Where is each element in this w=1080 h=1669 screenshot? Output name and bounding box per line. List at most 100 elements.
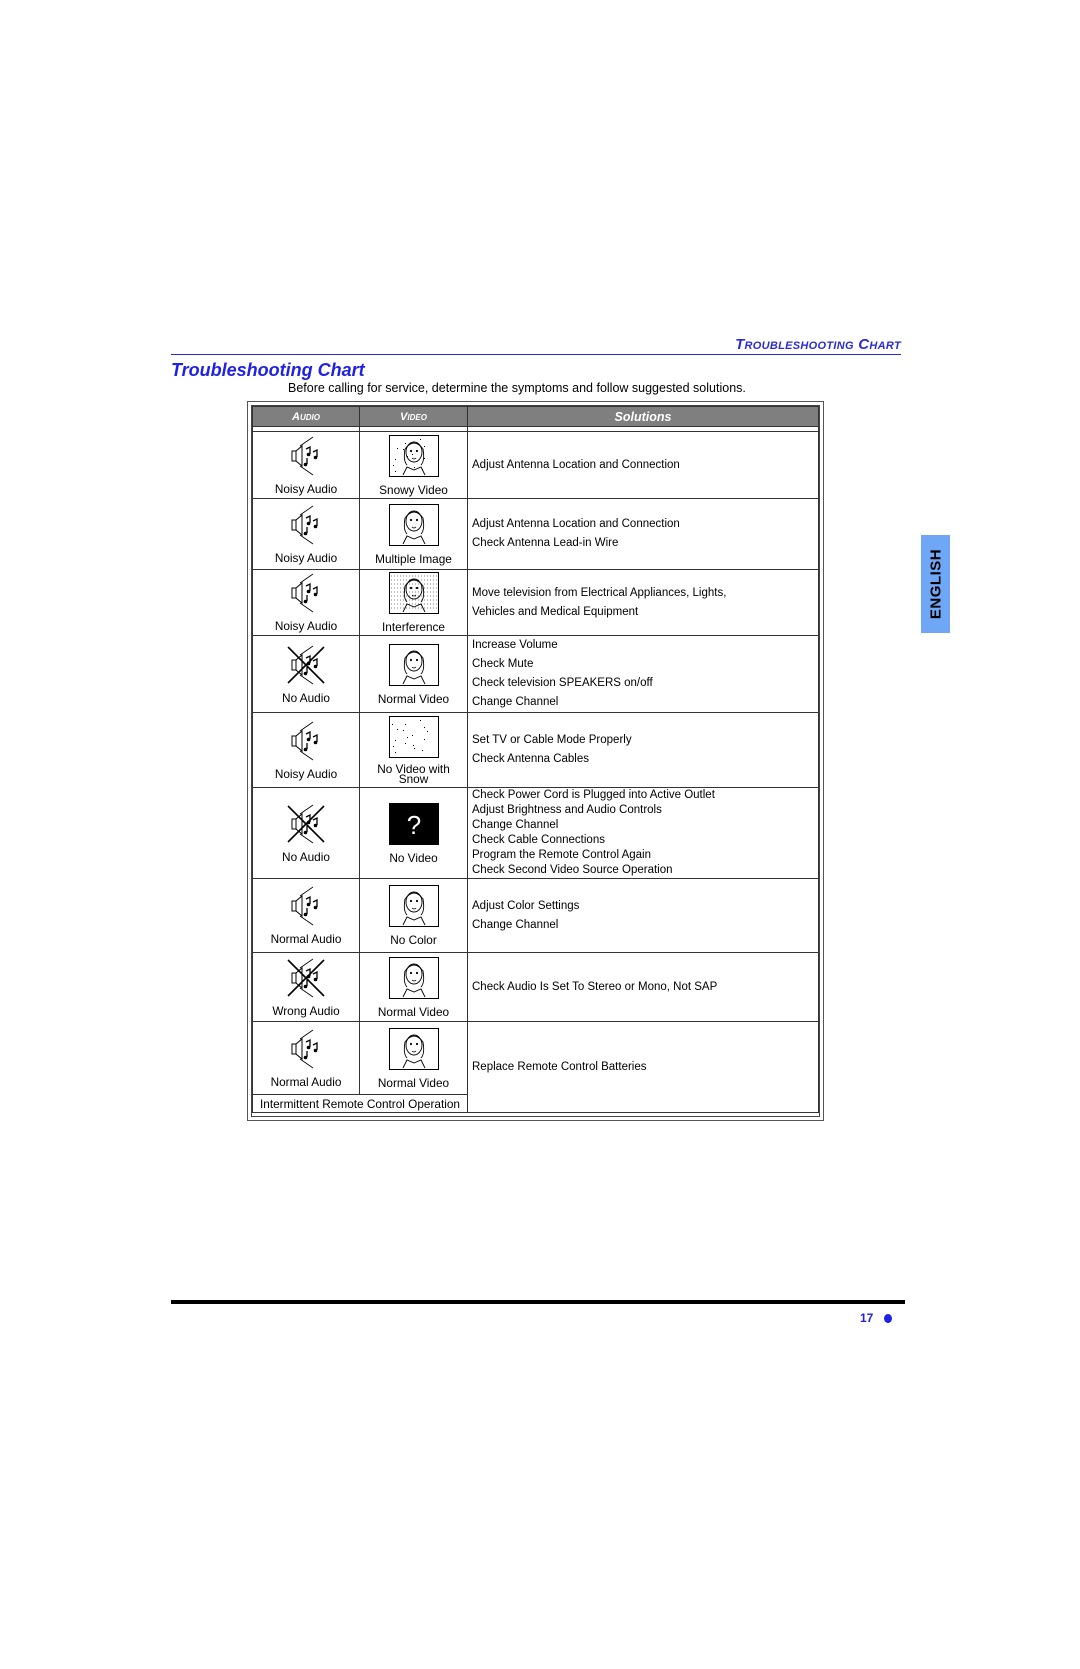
video-symptom-label: Normal Video [377, 1004, 450, 1019]
video-symptom: Snowy Video [359, 431, 468, 499]
language-tab-english: ENGLISH [921, 535, 950, 633]
tv-face-icon [360, 643, 467, 689]
video-symptom: ? No Video [359, 787, 468, 879]
tv-face-icon [360, 1027, 467, 1073]
solutions-cell: Adjust Antenna Location and Connection [467, 431, 819, 499]
speaker-crossed-icon [253, 645, 359, 688]
tv-face-icon [360, 885, 467, 930]
tv-face-icon [360, 956, 467, 1002]
solution-item: Check television SPEAKERS on/off [472, 677, 653, 689]
table-row: Normal Audio No Color Adjust Color Setting… [252, 878, 819, 953]
table-row: Normal Audio Normal Video Replace Remote C… [252, 1021, 819, 1113]
column-header-solutions: Solutions [467, 406, 819, 427]
table-row: Noisy Audio Interference Move television f… [252, 569, 819, 636]
solutions-cell: Increase Volume Check Mute Check televisio… [467, 635, 819, 713]
video-symptom: Normal Video [359, 952, 468, 1022]
video-symptom-label: No Video [389, 850, 438, 865]
audio-symptom-label: No Audio [282, 690, 330, 705]
solution-item: Adjust Antenna Location and Connection [472, 458, 680, 471]
video-symptom-label: Snowy Video [379, 482, 448, 497]
troubleshooting-table: Audio Video Solutions Noisy Audio Snowy V… [247, 401, 824, 1121]
video-symptom: No Color [359, 878, 468, 953]
solution-item: Check Second Video Source Operation [472, 864, 673, 876]
audio-symptom: No Audio [252, 635, 360, 713]
solutions-cell: Move television from Electrical Applianc… [467, 569, 819, 636]
solutions-cell: Check Audio Is Set To Stereo or Mono, No… [467, 952, 819, 1022]
solutions-cell: Adjust Color Settings Change Channel [467, 878, 819, 953]
video-symptom: Interference [359, 569, 468, 636]
solutions-cell: Replace Remote Control Batteries [467, 1021, 819, 1113]
table-row: Noisy Audio Snowy Video Adjust Antenna Loc… [252, 431, 819, 499]
video-symptom-label: Multiple Image [375, 551, 452, 566]
solution-item: Adjust Antenna Location and Connection [472, 518, 680, 530]
audio-symptom-label: Noisy Audio [274, 766, 338, 781]
page-title: Troubleshooting Chart [171, 360, 365, 380]
solution-item: Check Power Cord is Plugged into Active … [472, 789, 715, 801]
table-row: Wrong Audio Normal Video Check Audio Is Se… [252, 952, 819, 1022]
video-symptom-label: Normal Video [377, 691, 450, 706]
header-rule [171, 354, 901, 355]
audio-symptom-label: Wrong Audio [272, 1003, 340, 1018]
bullet-icon [884, 1314, 892, 1323]
intro-text: Before calling for service, determine th… [288, 381, 746, 395]
solution-item: Set TV or Cable Mode Properly [472, 734, 632, 746]
running-head: Troubleshooting Chart [735, 336, 901, 353]
audio-symptom-label: Noisy Audio [274, 550, 338, 565]
video-symptom: Multiple Image [359, 498, 468, 570]
symptom-note: Intermittent Remote Control Operation [252, 1094, 468, 1113]
solution-item: Check Audio Is Set To Stereo or Mono, No… [472, 980, 718, 993]
column-header-video: Video [359, 406, 468, 427]
tv-ghost-face-icon [360, 503, 467, 549]
speaker-noisy-icon [253, 886, 359, 929]
audio-symptom: Normal Audio [252, 878, 360, 953]
solution-item: Check Antenna Cables [472, 753, 589, 765]
svg-text:?: ? [406, 810, 420, 840]
solution-item: Replace Remote Control Batteries [472, 1060, 647, 1073]
speaker-crossed-icon [253, 958, 359, 1001]
speaker-crossed-icon [253, 804, 359, 847]
speaker-noisy-icon [253, 1029, 359, 1072]
solution-item: Change Channel [472, 819, 559, 831]
video-symptom: No Video with Snow [359, 712, 468, 788]
speaker-noisy-icon [253, 573, 359, 616]
speaker-noisy-icon [253, 721, 359, 764]
solutions-cell: Check Power Cord is Plugged into Active … [467, 787, 819, 879]
audio-symptom: Noisy Audio [252, 569, 360, 636]
audio-symptom-label: Normal Audio [270, 1074, 342, 1089]
speaker-noisy-icon [253, 505, 359, 548]
solution-item: Change Channel [472, 696, 559, 708]
solution-item: Check Mute [472, 658, 534, 670]
page-number: 17 [860, 1311, 874, 1325]
video-symptom-label: No Video with Snow [377, 762, 450, 786]
audio-symptom: Noisy Audio [252, 431, 360, 499]
audio-symptom: Wrong Audio [252, 952, 360, 1022]
tv-interference-face-icon [360, 572, 467, 617]
audio-symptom-label: Normal Audio [270, 932, 342, 946]
audio-symptom-label: No Audio [282, 849, 330, 864]
solution-item: Check Cable Connections [472, 834, 605, 846]
column-header-audio: Audio [252, 406, 360, 427]
solutions-cell: Adjust Antenna Location and Connection Ch… [467, 498, 819, 570]
solution-item: Adjust Brightness and Audio Controls [472, 804, 662, 816]
audio-symptom-label: Noisy Audio [274, 619, 338, 633]
tv-snow-only-icon [360, 716, 467, 761]
table-row: Noisy Audio Multiple Image Adjust Antenna … [252, 498, 819, 570]
tv-snowy-face-icon [360, 434, 467, 480]
audio-symptom: No Audio [252, 787, 360, 879]
audio-symptom: Noisy Audio [252, 498, 360, 570]
audio-symptom: Noisy Audio [252, 712, 360, 788]
video-symptom-label: Normal Video [377, 1075, 450, 1090]
solution-item: Program the Remote Control Again [472, 849, 651, 861]
solution-item: Check Antenna Lead-in Wire [472, 537, 619, 549]
solution-item: Adjust Color Settings [472, 899, 580, 912]
audio-symptom: Normal Audio [252, 1021, 360, 1095]
video-symptom-label: Interference [382, 620, 445, 634]
footer-rule [171, 1300, 905, 1304]
solution-item: Increase Volume [472, 639, 558, 651]
solution-item: Change Channel [472, 918, 559, 931]
video-symptom: Normal Video [359, 635, 468, 713]
video-symptom-label: No Color [390, 933, 437, 947]
table-row: Noisy Audio No Video with Snow Set TV or C… [252, 712, 819, 788]
table-row: No Audio? No Video Check Power Cord is Plu… [252, 787, 819, 879]
solution-item: Move television from Electrical Applianc… [472, 586, 727, 599]
